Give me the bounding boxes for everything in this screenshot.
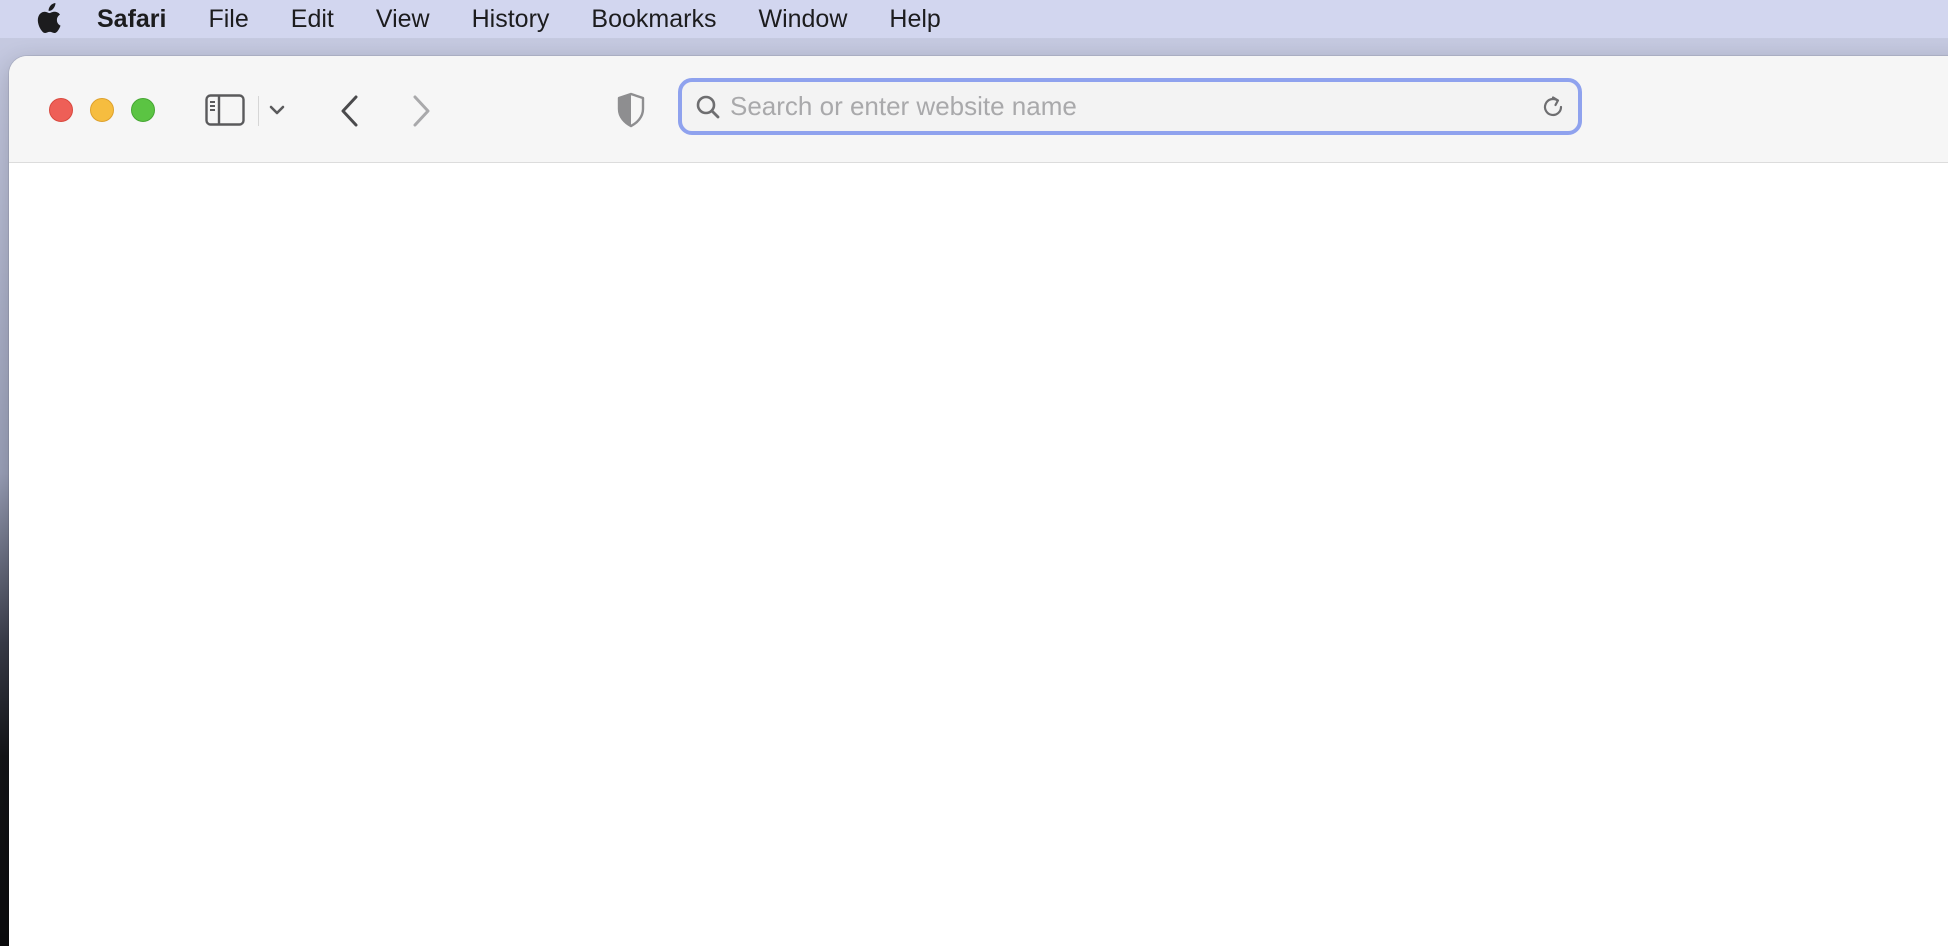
search-icon: [694, 93, 722, 121]
sidebar-toggle-button[interactable]: [204, 90, 246, 130]
menu-safari[interactable]: Safari: [97, 5, 166, 34]
zoom-window-button[interactable]: [131, 98, 155, 122]
chevron-right-icon: [413, 95, 430, 127]
toolbar-divider: [258, 96, 259, 126]
menu-help[interactable]: Help: [889, 5, 940, 34]
chevron-down-icon: [269, 105, 285, 115]
safari-window: [9, 56, 1948, 946]
privacy-report-button[interactable]: [613, 90, 649, 130]
menu-history[interactable]: History: [472, 5, 550, 34]
menu-window[interactable]: Window: [758, 5, 847, 34]
back-button[interactable]: [333, 92, 367, 130]
sidebar-icon: [205, 94, 245, 126]
close-window-button[interactable]: [49, 98, 73, 122]
tab-group-menu-button[interactable]: [265, 98, 289, 122]
web-content-area[interactable]: [9, 163, 1948, 946]
menu-edit[interactable]: Edit: [291, 5, 334, 34]
menu-bookmarks[interactable]: Bookmarks: [591, 5, 716, 34]
apple-logo-icon[interactable]: [33, 2, 63, 36]
reload-icon: [1543, 95, 1563, 116]
chevron-left-icon: [341, 95, 358, 127]
menu-file[interactable]: File: [208, 5, 248, 34]
menu-view[interactable]: View: [376, 5, 430, 34]
address-input[interactable]: [730, 86, 1538, 127]
minimize-window-button[interactable]: [90, 98, 114, 122]
address-bar[interactable]: [678, 78, 1582, 135]
shield-icon: [617, 92, 645, 128]
menu-bar: Safari File Edit View History Bookmarks …: [0, 0, 1948, 38]
toolbar: [9, 56, 1948, 163]
forward-button[interactable]: [404, 92, 438, 130]
reload-button[interactable]: [1538, 92, 1568, 122]
